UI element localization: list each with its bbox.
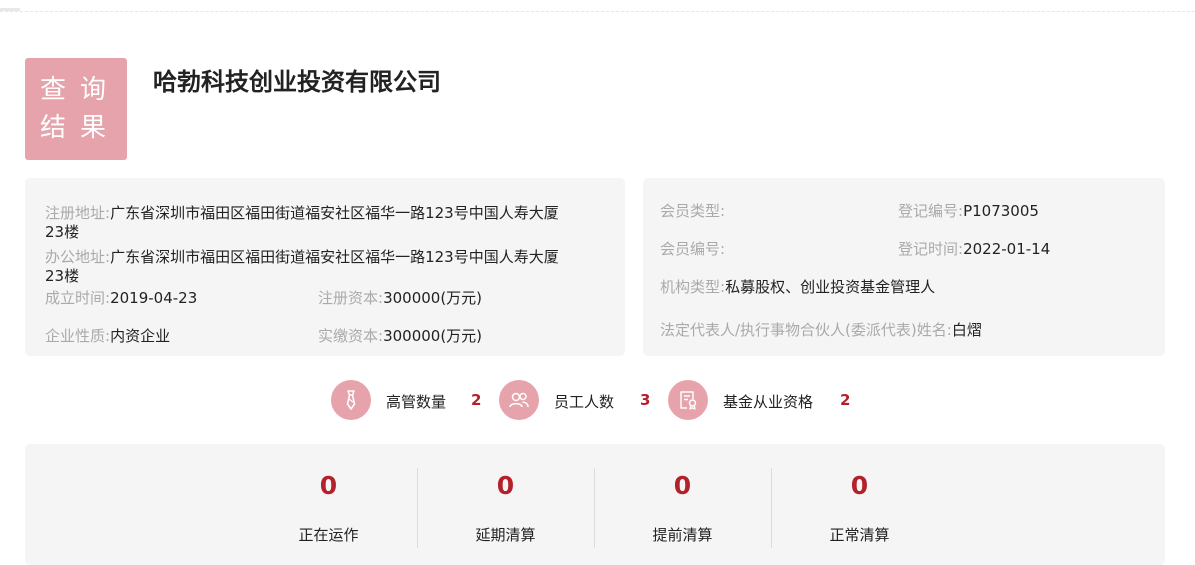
reg-date-field: 登记时间:2022-01-14 bbox=[898, 240, 1050, 259]
established-value: 2019-04-23 bbox=[110, 289, 198, 307]
stats-row: 高管数量 2 员工人数 3 基金从业资格 2 bbox=[0, 380, 1195, 424]
org-type-value: 私募股权、创业投资基金管理人 bbox=[725, 278, 936, 296]
legal-rep-value: 白熠 bbox=[951, 321, 982, 339]
reg-no-value: P1073005 bbox=[963, 202, 1039, 220]
reg-date-label: 登记时间: bbox=[898, 240, 964, 258]
paid-capital-label: 实缴资本: bbox=[318, 327, 384, 345]
stat-value-qualifications: 2 bbox=[840, 391, 851, 409]
stat-value-employees: 3 bbox=[640, 391, 651, 409]
status-value-normal: 0 bbox=[850, 471, 869, 500]
status-col-operating: 0 正在运作 bbox=[240, 444, 417, 565]
reg-address-value: 广东省深圳市福田区福田街道福安社区福华一路123号中国人寿大厦 bbox=[110, 204, 559, 222]
legal-rep-field: 法定代表人/执行事物合伙人(委派代表)姓名:白熠 bbox=[660, 321, 982, 340]
legal-rep-label: 法定代表人/执行事物合伙人(委派代表)姓名: bbox=[660, 321, 952, 339]
established-label: 成立时间: bbox=[45, 289, 111, 307]
org-type-label: 机构类型: bbox=[660, 278, 726, 296]
office-address-value: 广东省深圳市福田区福田街道福安社区福华一路123号中国人寿大厦 bbox=[110, 248, 559, 266]
badge-line-2: 结果 bbox=[40, 113, 121, 143]
status-col-normal: 0 正常清算 bbox=[771, 444, 948, 565]
status-col-extended: 0 延期清算 bbox=[417, 444, 594, 565]
member-type-field: 会员类型: bbox=[660, 202, 725, 221]
paid-capital-value: 300000(万元) bbox=[383, 327, 483, 345]
member-info-card: 会员类型: 登记编号:P1073005 会员编号: 登记时间:2022-01-1… bbox=[643, 178, 1165, 356]
basic-info-card: 注册地址:广东省深圳市福田区福田街道福安社区福华一路123号中国人寿大厦 23楼… bbox=[25, 178, 625, 356]
status-label-extended: 延期清算 bbox=[475, 526, 536, 544]
reg-date-value: 2022-01-14 bbox=[963, 240, 1051, 258]
stat-label-employees: 员工人数 bbox=[554, 393, 615, 411]
badge-line-1: 查询 bbox=[40, 75, 121, 105]
reg-address-value-wrap: 23楼 bbox=[45, 223, 80, 241]
org-type-field: 机构类型:私募股权、创业投资基金管理人 bbox=[660, 278, 935, 297]
fund-status-card: 0 正在运作 0 延期清算 0 提前清算 0 正常清算 bbox=[25, 444, 1165, 565]
member-type-label: 会员类型: bbox=[660, 202, 726, 220]
status-label-early: 提前清算 bbox=[652, 526, 713, 544]
nature-label: 企业性质: bbox=[45, 327, 111, 345]
established-field: 成立时间:2019-04-23 bbox=[45, 289, 197, 308]
status-value-extended: 0 bbox=[496, 471, 515, 500]
reg-no-field: 登记编号:P1073005 bbox=[898, 202, 1039, 221]
office-address-field: 办公地址:广东省深圳市福田区福田街道福安社区福华一路123号中国人寿大厦 23楼 bbox=[45, 248, 615, 286]
paid-capital-field: 实缴资本:300000(万元) bbox=[318, 327, 482, 346]
company-name: 哈勃科技创业投资有限公司 bbox=[153, 68, 441, 96]
status-label-operating: 正在运作 bbox=[298, 526, 359, 544]
reg-capital-label: 注册资本: bbox=[318, 289, 384, 307]
reg-address-label: 注册地址: bbox=[45, 204, 111, 222]
status-value-operating: 0 bbox=[319, 471, 338, 500]
nature-value: 内资企业 bbox=[110, 327, 171, 345]
top-divider bbox=[0, 11, 1195, 12]
status-value-early: 0 bbox=[673, 471, 692, 500]
office-address-label: 办公地址: bbox=[45, 248, 111, 266]
reg-no-label: 登记编号: bbox=[898, 202, 964, 220]
member-no-field: 会员编号: bbox=[660, 240, 725, 259]
status-label-normal: 正常清算 bbox=[829, 526, 890, 544]
stat-value-executives: 2 bbox=[471, 391, 482, 409]
stat-label-qualifications: 基金从业资格 bbox=[723, 393, 814, 411]
member-no-label: 会员编号: bbox=[660, 240, 726, 258]
query-result-badge: 查询 结果 bbox=[25, 58, 127, 160]
office-address-value-wrap: 23楼 bbox=[45, 267, 80, 285]
certificate-icon bbox=[668, 380, 708, 420]
stat-label-executives: 高管数量 bbox=[386, 393, 447, 411]
status-col-early: 0 提前清算 bbox=[594, 444, 771, 565]
tie-icon bbox=[331, 380, 371, 420]
reg-address-field: 注册地址:广东省深圳市福田区福田街道福安社区福华一路123号中国人寿大厦 23楼 bbox=[45, 204, 615, 242]
reg-capital-value: 300000(万元) bbox=[383, 289, 483, 307]
people-icon bbox=[499, 380, 539, 420]
reg-capital-field: 注册资本:300000(万元) bbox=[318, 289, 482, 308]
nature-field: 企业性质:内资企业 bbox=[45, 327, 170, 346]
